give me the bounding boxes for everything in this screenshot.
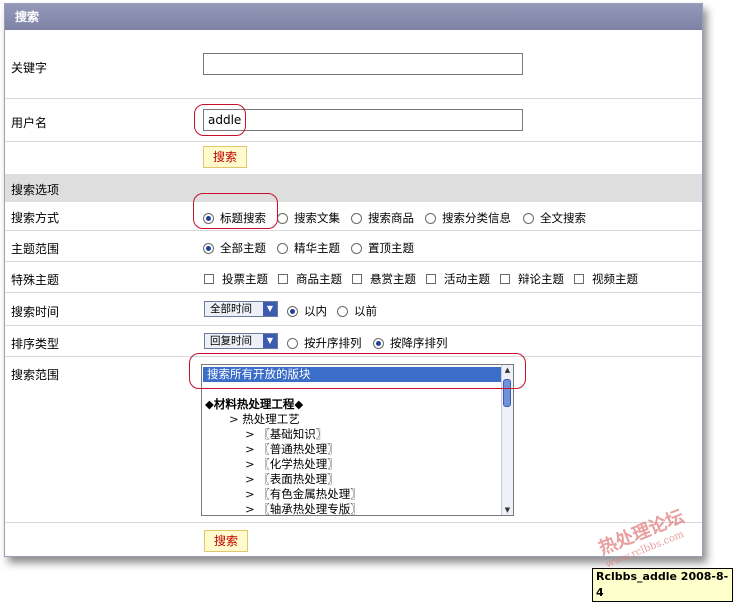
radio-search-classified[interactable]: 搜索分类信息 — [425, 210, 511, 226]
author-stamp: Rclbbs_addle 2008-8-4 — [592, 568, 733, 602]
checkbox-icon[interactable] — [278, 274, 288, 284]
radio-icon[interactable] — [287, 337, 298, 349]
checkbox-icon[interactable] — [574, 274, 584, 284]
username-row: 用户名 addle — [5, 99, 702, 142]
list-item[interactable]: > 〖表面热处理〗 — [245, 472, 339, 487]
search-time-row: 搜索时间 全部时间 ▼ 以内 以前 — [5, 293, 702, 326]
radio-icon[interactable] — [287, 305, 298, 317]
special-topics-row: 特殊主题 投票主题 商品主题 悬赏主题 活动主题 辩论主题 视频主题 — [5, 262, 702, 293]
scroll-down-icon[interactable]: ▼ — [502, 505, 513, 515]
checkbox-poll-topics[interactable]: 投票主题 — [204, 271, 268, 287]
username-input[interactable]: addle — [203, 109, 523, 131]
radio-ascending[interactable]: 按升序排列 — [287, 335, 362, 351]
topic-scope-row: 主题范围 全部主题 精华主题 置顶主题 — [5, 231, 702, 262]
radio-icon[interactable] — [337, 305, 348, 317]
forum-scope-label: 搜索范围 — [11, 368, 60, 382]
search-method-label: 搜索方式 — [11, 211, 60, 225]
list-item[interactable]: ◆材料热处理工程◆ — [205, 397, 303, 412]
radio-icon[interactable] — [351, 242, 362, 254]
search-button-top[interactable]: 搜索 — [203, 146, 247, 168]
checkbox-icon[interactable] — [352, 274, 362, 284]
highlight-oval-title-search — [193, 193, 278, 229]
checkbox-icon[interactable] — [500, 274, 510, 284]
radio-digest-topics[interactable]: 精华主题 — [277, 240, 340, 256]
list-item[interactable]: > 〖普通热处理〗 — [245, 442, 339, 457]
radio-icon[interactable] — [351, 212, 362, 224]
radio-all-topics[interactable]: 全部主题 — [203, 240, 266, 256]
radio-search-products[interactable]: 搜索商品 — [351, 210, 414, 226]
checkbox-video-topics[interactable]: 视频主题 — [574, 271, 638, 287]
keyword-input[interactable] — [203, 53, 523, 75]
radio-before[interactable]: 以前 — [337, 303, 377, 319]
topic-scope-label: 主题范围 — [11, 242, 60, 256]
search-button-bottom[interactable]: 搜索 — [204, 530, 248, 552]
page-title: 搜索 — [5, 4, 702, 30]
list-item[interactable]: > 热处理工艺 — [229, 412, 300, 427]
checkbox-icon[interactable] — [204, 274, 214, 284]
radio-descending[interactable]: 按降序排列 — [373, 335, 448, 351]
chevron-down-icon[interactable]: ▼ — [263, 302, 277, 316]
list-item[interactable]: > 〖化学热处理〗 — [245, 457, 339, 472]
radio-sticky-topics[interactable]: 置顶主题 — [351, 240, 414, 256]
checkbox-debate-topics[interactable]: 辩论主题 — [500, 271, 564, 287]
search-options-header: 搜索选项 — [5, 174, 702, 202]
radio-icon[interactable] — [277, 212, 288, 224]
checkbox-reward-topics[interactable]: 悬赏主题 — [352, 271, 416, 287]
search-method-row: 搜索方式 标题搜索 搜索文集 搜索商品 搜索分类信息 全文搜索 — [5, 202, 702, 231]
special-topics-label: 特殊主题 — [11, 273, 60, 287]
radio-within[interactable]: 以内 — [287, 303, 327, 319]
list-item[interactable]: > 〖基础知识〗 — [245, 427, 327, 442]
highlight-oval-username — [194, 104, 246, 136]
keyword-row: 关键字 — [5, 30, 702, 99]
search-panel: 搜索 关键字 用户名 addle 搜索 搜索选项 搜索方式 标题搜索 搜索文集 … — [4, 3, 703, 557]
list-item[interactable]: > 〖有色金属热处理〗 — [245, 487, 362, 502]
list-item[interactable]: > 〖轴承热处理专版〗 — [245, 502, 362, 515]
chevron-down-icon[interactable]: ▼ — [263, 334, 277, 348]
checkbox-product-topics[interactable]: 商品主题 — [278, 271, 342, 287]
search-options-label: 搜索选项 — [11, 183, 60, 197]
checkbox-activity-topics[interactable]: 活动主题 — [426, 271, 490, 287]
keyword-label: 关键字 — [11, 61, 48, 75]
radio-icon[interactable] — [373, 337, 384, 349]
radio-icon[interactable] — [523, 212, 534, 224]
sort-type-select[interactable]: 回复时间 ▼ — [204, 333, 278, 349]
search-time-label: 搜索时间 — [11, 305, 60, 319]
radio-fulltext-search[interactable]: 全文搜索 — [523, 210, 586, 226]
checkbox-icon[interactable] — [426, 274, 436, 284]
radio-icon[interactable] — [425, 212, 436, 224]
radio-icon[interactable] — [203, 242, 214, 254]
radio-search-collections[interactable]: 搜索文集 — [277, 210, 340, 226]
search-time-select[interactable]: 全部时间 ▼ — [204, 301, 278, 317]
username-label: 用户名 — [11, 116, 48, 130]
sort-type-label: 排序类型 — [11, 337, 60, 351]
highlight-oval-forum-scope — [189, 353, 526, 389]
radio-icon[interactable] — [277, 242, 288, 254]
